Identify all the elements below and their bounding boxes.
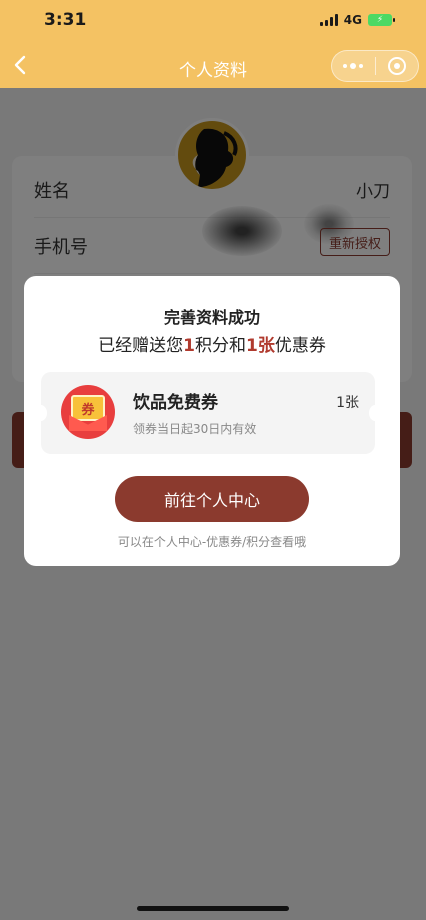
top-bar: 3:31 4G ⚡ 个人资料 xyxy=(0,0,426,88)
coupon-notch-left xyxy=(35,405,47,421)
desc-prefix: 已经赠送您 xyxy=(98,336,184,356)
dialog-title: 完善资料成功 xyxy=(163,308,260,327)
close-miniprogram-icon[interactable] xyxy=(375,51,418,81)
more-icon[interactable] xyxy=(332,51,375,81)
coupon-ticket-glyph: 券 xyxy=(71,395,105,421)
dialog-hint: 可以在个人中心-优惠券/积分查看哦 xyxy=(117,535,307,549)
coupon-notch-right xyxy=(369,405,381,421)
coupon-unit: 优惠券 xyxy=(274,336,326,356)
coupon-card: 券 饮品免费券 领券当日起30日内有效 1张 xyxy=(35,372,381,454)
battery-icon: ⚡ xyxy=(368,14,395,26)
miniprogram-capsule xyxy=(331,50,419,82)
coupon-validity: 领券当日起30日内有效 xyxy=(133,422,257,436)
home-indicator[interactable] xyxy=(137,906,289,911)
points-amount: 1 xyxy=(183,336,195,356)
status-time: 3:31 xyxy=(44,10,87,30)
success-dialog: 完善资料成功 已经赠送您1积分和1张优惠券 券 饮品免费券 领券当日起30日内有… xyxy=(24,276,400,566)
coupon-count: 1张 xyxy=(336,395,359,411)
network-type: 4G xyxy=(343,13,362,27)
coupon-name: 饮品免费券 xyxy=(133,393,218,413)
coupon-amount: 1张 xyxy=(246,336,275,356)
dialog-description: 已经赠送您1积分和1张优惠券 xyxy=(24,331,400,356)
go-to-profile-center-button[interactable]: 前往个人中心 xyxy=(115,476,309,522)
coupon-icon: 券 xyxy=(61,385,115,439)
points-unit: 积分和 xyxy=(195,336,246,356)
signal-icon xyxy=(319,14,338,26)
status-icons: 4G ⚡ xyxy=(319,13,395,27)
